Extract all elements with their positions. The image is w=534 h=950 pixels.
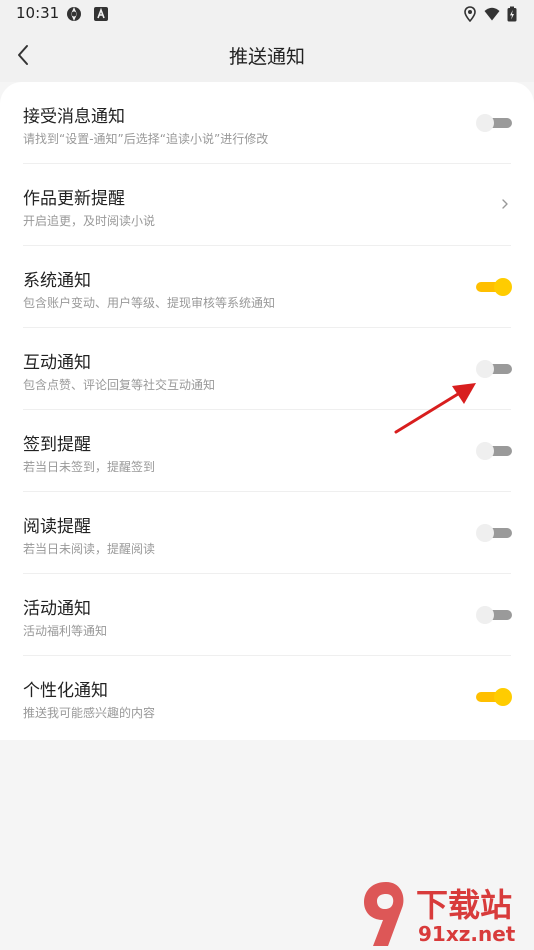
toggle-knob xyxy=(476,442,494,460)
annotation-arrow-icon xyxy=(394,383,476,434)
watermark-logo-icon xyxy=(364,882,404,946)
setting-row-receive-notifications: 接受消息通知 请找到“设置-通知”后选择“追读小说”进行修改 xyxy=(0,82,534,164)
chevron-right-icon xyxy=(502,199,508,209)
setting-subtitle: 请找到“设置-通知”后选择“追读小说”进行修改 xyxy=(23,132,269,146)
toggle-knob xyxy=(476,606,494,624)
setting-subtitle: 推送我可能感兴趣的内容 xyxy=(23,706,156,720)
setting-subtitle: 开启追更，及时阅读小说 xyxy=(23,214,156,228)
setting-subtitle: 包含账户变动、用户等级、提现审核等系统通知 xyxy=(23,296,276,310)
toggle-knob xyxy=(494,278,512,296)
interaction-notifications-toggle[interactable] xyxy=(476,360,512,378)
activity-notifications-toggle[interactable] xyxy=(476,606,512,624)
page-title: 推送通知 xyxy=(228,46,305,68)
location-icon xyxy=(464,6,476,22)
setting-subtitle: 活动福利等通知 xyxy=(23,624,108,638)
nav-bar: 推送通知 xyxy=(0,28,534,82)
personalized-notifications-toggle[interactable] xyxy=(476,688,512,706)
setting-title: 活动通知 xyxy=(23,599,91,619)
system-notifications-toggle[interactable] xyxy=(476,278,512,296)
setting-title: 个性化通知 xyxy=(23,681,108,701)
setting-title: 签到提醒 xyxy=(23,435,91,455)
wifi-icon xyxy=(484,7,500,21)
battery-icon xyxy=(507,6,517,22)
aperture-icon xyxy=(67,7,81,21)
reading-reminder-toggle[interactable] xyxy=(476,524,512,542)
setting-row-update-reminder[interactable]: 作品更新提醒 开启追更，及时阅读小说 xyxy=(0,164,534,246)
setting-row-personalized-notifications: 个性化通知 推送我可能感兴趣的内容 xyxy=(0,656,534,738)
a-badge-icon xyxy=(94,7,108,21)
setting-row-activity-notifications: 活动通知 活动福利等通知 xyxy=(0,574,534,656)
setting-subtitle: 若当日未签到，提醒签到 xyxy=(23,460,156,474)
watermark-title: 下载站 xyxy=(416,886,513,924)
setting-subtitle: 若当日未阅读，提醒阅读 xyxy=(23,542,156,556)
setting-title: 接受消息通知 xyxy=(23,107,125,127)
setting-title: 阅读提醒 xyxy=(23,517,91,537)
setting-row-system-notifications: 系统通知 包含账户变动、用户等级、提现审核等系统通知 xyxy=(0,246,534,328)
receive-notifications-toggle[interactable] xyxy=(476,114,512,132)
setting-title: 互动通知 xyxy=(23,353,91,373)
status-time: 10:31 xyxy=(16,4,60,22)
toggle-knob xyxy=(476,360,494,378)
toggle-knob xyxy=(476,114,494,132)
toggle-knob xyxy=(476,524,494,542)
status-bar: 10:31 xyxy=(0,0,534,28)
setting-title: 系统通知 xyxy=(23,271,91,291)
setting-subtitle: 包含点赞、评论回复等社交互动通知 xyxy=(23,378,216,392)
toggle-knob xyxy=(494,688,512,706)
setting-title: 作品更新提醒 xyxy=(23,189,125,209)
checkin-reminder-toggle[interactable] xyxy=(476,442,512,460)
watermark: 下载站 91xz.net xyxy=(358,878,528,950)
setting-row-reading-reminder: 阅读提醒 若当日未阅读，提醒阅读 xyxy=(0,492,534,574)
watermark-url: 91xz.net xyxy=(418,922,516,946)
